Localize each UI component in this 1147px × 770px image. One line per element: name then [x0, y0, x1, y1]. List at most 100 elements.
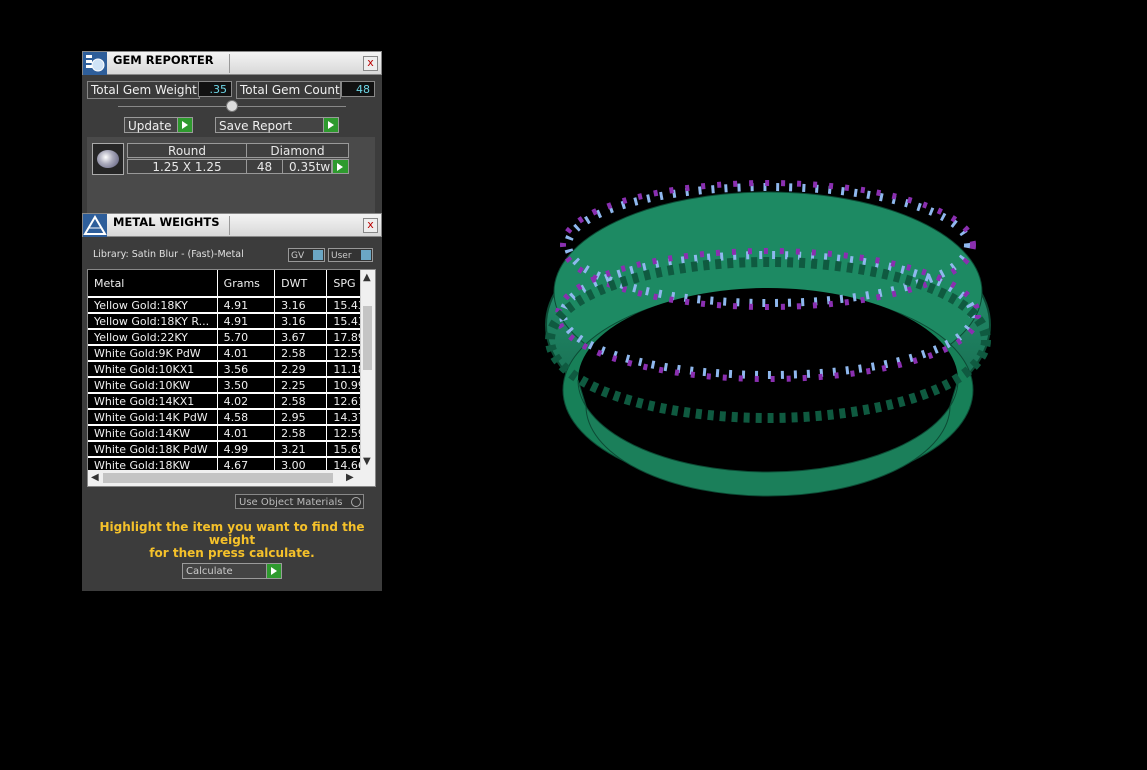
metal-table[interactable]: Metal Grams DWT SPG Yellow Gold:18KY 4.91… — [87, 269, 376, 487]
gem-material: Diamond — [246, 143, 349, 158]
gv-label: GV — [291, 251, 305, 261]
metal-name-cell: White Gold:14KW — [88, 425, 218, 442]
titlebar-divider — [229, 216, 230, 235]
dwt-cell: 3.16 — [274, 297, 328, 314]
table-row[interactable]: White Gold:9K PdW 4.01 2.58 12.59 — [88, 345, 375, 362]
instruction-line-1: Highlight the item you want to find the … — [99, 520, 365, 547]
total-gem-weight-value: .35 — [198, 81, 232, 97]
column-header-dwt[interactable]: DWT — [274, 270, 328, 298]
table-row[interactable]: White Gold:14KW 4.01 2.58 12.59 — [88, 425, 375, 442]
table-row[interactable]: Yellow Gold:18KY R... 4.91 3.16 15.43 — [88, 313, 375, 330]
metal-weights-icon — [83, 214, 107, 237]
metal-name-cell: White Gold:10KX1 — [88, 361, 218, 378]
titlebar-divider — [229, 54, 230, 73]
gem-reporter-panel: GEM REPORTER x Total Gem Weight .35 Tota… — [82, 51, 382, 213]
grams-cell: 4.99 — [217, 441, 276, 458]
total-gem-count-label: Total Gem Count — [236, 81, 341, 99]
close-icon[interactable]: x — [363, 218, 378, 233]
metal-grid: Metal Grams DWT SPG Yellow Gold:18KY 4.91… — [88, 270, 375, 474]
grams-cell: 3.56 — [217, 361, 276, 378]
use-object-materials-toggle[interactable]: Use Object Materials — [235, 494, 364, 509]
vertical-scroll-thumb[interactable] — [363, 306, 372, 370]
metal-weights-title: METAL WEIGHTS — [113, 215, 220, 229]
user-label: User — [331, 251, 352, 261]
metal-name-cell: White Gold:9K PdW — [88, 345, 218, 362]
instruction-line-2: for then press calculate. — [149, 546, 315, 560]
table-row[interactable]: Yellow Gold:18KY 4.91 3.16 15.43 — [88, 297, 375, 314]
slider-knob[interactable] — [226, 100, 238, 112]
ring-model — [545, 180, 991, 497]
metal-name-cell: Yellow Gold:22KY — [88, 329, 218, 346]
column-header-grams[interactable]: Grams — [217, 270, 276, 298]
metal-name-cell: White Gold:10KW — [88, 377, 218, 394]
gem-count: 48 — [246, 159, 283, 174]
use-object-materials-label: Use Object Materials — [239, 497, 343, 508]
grams-cell: 3.50 — [217, 377, 276, 394]
play-arrow-icon — [332, 160, 348, 173]
instruction-text: Highlight the item you want to find the … — [96, 521, 368, 560]
close-icon[interactable]: x — [363, 56, 378, 71]
dwt-cell: 3.21 — [274, 441, 328, 458]
metal-name-cell: Yellow Gold:18KY R... — [88, 313, 218, 330]
library-label: Library: Satin Blur - (Fast)-Metal — [93, 249, 244, 260]
play-arrow-icon — [177, 118, 192, 132]
grams-cell: 4.91 — [217, 313, 276, 330]
horizontal-scroll-thumb[interactable] — [103, 473, 333, 483]
grams-cell: 4.91 — [217, 297, 276, 314]
total-gem-weight-label: Total Gem Weight — [87, 81, 200, 99]
toggle-indicator — [361, 250, 371, 260]
metal-name-cell: White Gold:14KX1 — [88, 393, 218, 410]
save-report-label: Save Report — [219, 119, 293, 133]
update-label: Update — [128, 119, 172, 133]
metal-name-cell: White Gold:14K PdW — [88, 409, 218, 426]
grams-cell: 5.70 — [217, 329, 276, 346]
table-row[interactable]: Yellow Gold:22KY 5.70 3.67 17.89 — [88, 329, 375, 346]
column-header-metal[interactable]: Metal — [88, 270, 218, 298]
play-arrow-icon — [266, 564, 281, 578]
gem-reporter-icon — [83, 52, 107, 75]
radio-icon — [351, 497, 361, 507]
scroll-right-icon[interactable]: ▶ — [346, 472, 354, 483]
gem-weight: 0.35tw — [282, 159, 332, 174]
dwt-cell: 2.58 — [274, 425, 328, 442]
calculate-button[interactable]: Calculate — [182, 563, 282, 579]
calculate-label: Calculate — [186, 566, 233, 577]
scroll-left-icon[interactable]: ◀ — [91, 472, 99, 483]
dwt-cell: 2.29 — [274, 361, 328, 378]
update-button[interactable]: Update — [124, 117, 193, 133]
round-diamond-icon[interactable] — [92, 143, 124, 175]
table-row[interactable]: White Gold:10KX1 3.56 2.29 11.18 — [88, 361, 375, 378]
scroll-up-icon[interactable]: ▲ — [363, 272, 371, 283]
grams-cell: 4.58 — [217, 409, 276, 426]
total-gem-count-value: 48 — [341, 81, 375, 97]
dwt-cell: 2.58 — [274, 345, 328, 362]
metal-name-cell: White Gold:18K PdW — [88, 441, 218, 458]
grams-cell: 4.01 — [217, 425, 276, 442]
dwt-cell: 2.58 — [274, 393, 328, 410]
dwt-cell: 3.16 — [274, 313, 328, 330]
user-toggle[interactable]: User — [328, 248, 373, 262]
toggle-indicator — [313, 250, 323, 260]
table-row[interactable]: White Gold:18K PdW 4.99 3.21 15.65 — [88, 441, 375, 458]
grams-cell: 4.01 — [217, 345, 276, 362]
vertical-scrollbar[interactable]: ▲ ▼ — [360, 270, 375, 470]
gem-size: 1.25 X 1.25 — [127, 159, 247, 174]
gem-reporter-title: GEM REPORTER — [113, 53, 214, 67]
metal-name-cell: Yellow Gold:18KY — [88, 297, 218, 314]
gem-shape: Round — [127, 143, 247, 158]
play-arrow-icon — [323, 118, 338, 132]
table-row[interactable]: White Gold:14KX1 4.02 2.58 12.61 — [88, 393, 375, 410]
metal-weights-panel: METAL WEIGHTS x Library: Satin Blur - (F… — [82, 213, 382, 591]
gem-details-button[interactable] — [332, 159, 349, 174]
table-row[interactable]: White Gold:14K PdW 4.58 2.95 14.37 — [88, 409, 375, 426]
table-row[interactable]: White Gold:10KW 3.50 2.25 10.99 — [88, 377, 375, 394]
scroll-down-icon[interactable]: ▼ — [363, 456, 371, 467]
metal-weights-titlebar[interactable]: METAL WEIGHTS x — [82, 213, 382, 237]
dwt-cell: 2.95 — [274, 409, 328, 426]
gv-toggle[interactable]: GV — [288, 248, 325, 262]
dwt-cell: 2.25 — [274, 377, 328, 394]
ring-3d-viewport[interactable] — [530, 170, 1000, 500]
gem-reporter-titlebar[interactable]: GEM REPORTER x — [82, 51, 382, 75]
horizontal-scrollbar[interactable]: ◀ ▶ — [88, 470, 375, 486]
save-report-button[interactable]: Save Report — [215, 117, 339, 133]
